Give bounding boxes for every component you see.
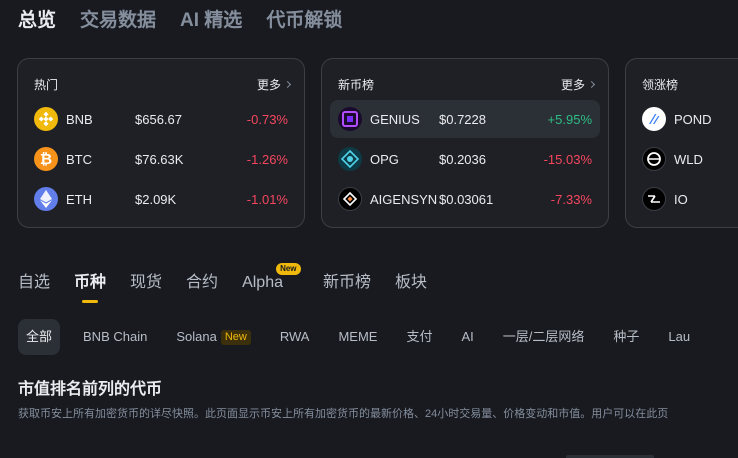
tab-new-listings[interactable]: 新币榜 [323, 272, 371, 294]
new-listings-card: 新币榜 更多 GENIUS $0.7228 +5.95% OPG $0.2036… [321, 58, 609, 228]
chip-solana[interactable]: Solana New [168, 319, 259, 355]
aigensyn-icon [338, 187, 362, 211]
pond-icon [642, 107, 666, 131]
coin-change: -0.73% [246, 111, 288, 127]
new-badge: New [276, 263, 301, 275]
chip-bnb-chain[interactable]: BNB Chain [75, 319, 155, 355]
coin-price: $0.03061 [439, 191, 494, 207]
coin-price: $0.2036 [439, 151, 486, 167]
coin-change: -1.01% [246, 191, 288, 207]
coin-symbol: POND [674, 111, 712, 127]
tab-token-unlock[interactable]: 代币解锁 [266, 8, 342, 34]
opg-icon [338, 147, 362, 171]
coin-change: -15.03% [543, 151, 592, 167]
tab-ai-picks[interactable]: AI 精选 [180, 8, 242, 34]
gainers-card-title: 领涨榜 [642, 78, 679, 92]
coin-symbol: AIGENSYN [370, 191, 438, 207]
chevron-right-icon [283, 80, 292, 89]
chip-seed[interactable]: 种子 [605, 319, 647, 355]
coin-row-io[interactable]: IO [634, 180, 738, 218]
tab-alpha[interactable]: Alpha New [242, 263, 301, 294]
coin-change: -7.33% [550, 191, 592, 207]
tab-trading-data[interactable]: 交易数据 [80, 8, 156, 34]
bnb-icon [34, 107, 58, 131]
chip-launchpool[interactable]: Lau [660, 319, 698, 355]
coin-row-genius[interactable]: GENIUS $0.7228 +5.95% [330, 100, 600, 138]
chip-meme[interactable]: MEME [330, 319, 385, 355]
chip-rwa[interactable]: RWA [272, 319, 318, 355]
coin-row-btc[interactable]: ₿ BTC $76.63K -1.26% [26, 140, 296, 178]
coin-symbol: BNB [66, 111, 93, 127]
io-icon [642, 187, 666, 211]
new-more-link[interactable]: 更多 [561, 76, 596, 93]
coin-symbol: BTC [66, 151, 92, 167]
new-badge: New [220, 329, 251, 345]
new-card-title: 新币榜 [338, 78, 375, 92]
coin-row-wld[interactable]: WLD [634, 140, 738, 178]
section-title: 市值排名前列的代币 [18, 381, 163, 398]
btc-icon: ₿ [34, 147, 58, 171]
tab-watchlist[interactable]: 自选 [18, 272, 50, 294]
market-tabs: 自选 币种 现货 合约 Alpha New 新币榜 板块 [18, 263, 427, 303]
chip-payment[interactable]: 支付 [398, 319, 440, 355]
coin-row-bnb[interactable]: BNB $656.67 -0.73% [26, 100, 296, 138]
coin-change: -1.26% [246, 151, 288, 167]
eth-icon [34, 187, 58, 211]
active-tab-indicator [82, 300, 99, 303]
tab-coins[interactable]: 币种 [74, 272, 106, 303]
coin-row-pond[interactable]: POND [634, 100, 738, 138]
coin-price: $76.63K [135, 151, 184, 167]
hot-card-title: 热门 [34, 78, 59, 92]
coin-symbol: WLD [674, 151, 703, 167]
hot-more-link[interactable]: 更多 [257, 76, 292, 93]
coin-row-opg[interactable]: OPG $0.2036 -15.03% [330, 140, 600, 178]
category-chips: 全部 BNB Chain Solana New RWA MEME 支付 AI 一层… [18, 319, 698, 355]
coin-symbol: GENIUS [370, 111, 420, 127]
coin-symbol: OPG [370, 151, 399, 167]
coin-row-eth[interactable]: ETH $2.09K -1.01% [26, 180, 296, 218]
coin-price: $2.09K [135, 191, 177, 207]
tab-sectors[interactable]: 板块 [395, 272, 427, 294]
section-description: 获取币安上所有加密货币的详尽快照。此页面显示币安上所有加密货币的最新价格、24小… [18, 408, 669, 420]
coin-price: $0.7228 [439, 111, 486, 127]
gainers-card: 领涨榜 POND WLD IO [625, 58, 738, 228]
tab-spot[interactable]: 现货 [130, 272, 162, 294]
chevron-right-icon [587, 80, 596, 89]
genius-icon [338, 107, 362, 131]
top-tabs: 总览 交易数据 AI 精选 代币解锁 [18, 8, 342, 34]
hot-card: 热门 更多 BNB $656.67 -0.73% ₿ BTC $76.63K -… [17, 58, 305, 228]
coin-change: +5.95% [547, 111, 592, 127]
coin-price: $656.67 [135, 111, 182, 127]
wld-icon [642, 147, 666, 171]
tab-overview[interactable]: 总览 [18, 8, 56, 34]
chip-all[interactable]: 全部 [18, 319, 61, 355]
chip-ai[interactable]: AI [453, 319, 481, 355]
tab-futures[interactable]: 合约 [186, 272, 218, 294]
coin-row-aigensyn[interactable]: AIGENSYN $0.03061 -7.33% [330, 180, 600, 218]
coin-symbol: ETH [66, 191, 92, 207]
coin-symbol: IO [674, 191, 688, 207]
chip-layer1-layer2[interactable]: 一层/二层网络 [495, 319, 593, 355]
